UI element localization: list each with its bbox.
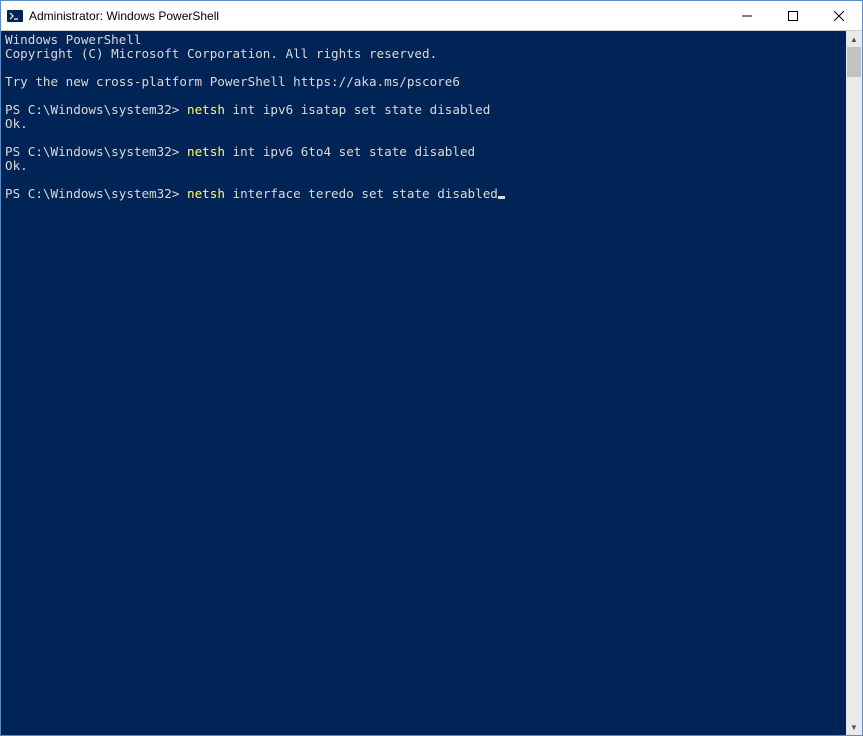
command-args: int ipv6 isatap set state disabled xyxy=(225,102,490,117)
terminal-line: Copyright (C) Microsoft Corporation. All… xyxy=(5,47,842,61)
window-title: Administrator: Windows PowerShell xyxy=(29,9,724,23)
terminal-line xyxy=(5,89,842,103)
terminal-line: Ok. xyxy=(5,159,842,173)
command-args: interface teredo set state disabled xyxy=(225,186,498,201)
cursor xyxy=(498,196,505,199)
prompt: PS C:\Windows\system32> xyxy=(5,144,187,159)
terminal-container: Windows PowerShellCopyright (C) Microsof… xyxy=(1,31,862,735)
terminal-line xyxy=(5,173,842,187)
terminal-line: Try the new cross-platform PowerShell ht… xyxy=(5,75,842,89)
terminal-output[interactable]: Windows PowerShellCopyright (C) Microsof… xyxy=(1,31,846,735)
vertical-scrollbar[interactable]: ▲ ▼ xyxy=(846,31,862,735)
prompt: PS C:\Windows\system32> xyxy=(5,186,187,201)
minimize-button[interactable] xyxy=(724,1,770,30)
terminal-line: Windows PowerShell xyxy=(5,33,842,47)
command-args: int ipv6 6to4 set state disabled xyxy=(225,144,475,159)
window-controls xyxy=(724,1,862,30)
terminal-line: PS C:\Windows\system32> netsh int ipv6 i… xyxy=(5,103,842,117)
close-button[interactable] xyxy=(816,1,862,30)
terminal-line xyxy=(5,131,842,145)
command-keyword: netsh xyxy=(187,144,225,159)
scroll-down-arrow[interactable]: ▼ xyxy=(846,719,862,735)
terminal-line: Ok. xyxy=(5,117,842,131)
command-keyword: netsh xyxy=(187,102,225,117)
terminal-line: PS C:\Windows\system32> netsh interface … xyxy=(5,187,842,201)
command-keyword: netsh xyxy=(187,186,225,201)
terminal-line xyxy=(5,61,842,75)
powershell-icon xyxy=(7,8,23,24)
terminal-line: PS C:\Windows\system32> netsh int ipv6 6… xyxy=(5,145,842,159)
maximize-button[interactable] xyxy=(770,1,816,30)
scroll-thumb[interactable] xyxy=(847,47,861,77)
window-titlebar[interactable]: Administrator: Windows PowerShell xyxy=(1,1,862,31)
scroll-up-arrow[interactable]: ▲ xyxy=(846,31,862,47)
prompt: PS C:\Windows\system32> xyxy=(5,102,187,117)
